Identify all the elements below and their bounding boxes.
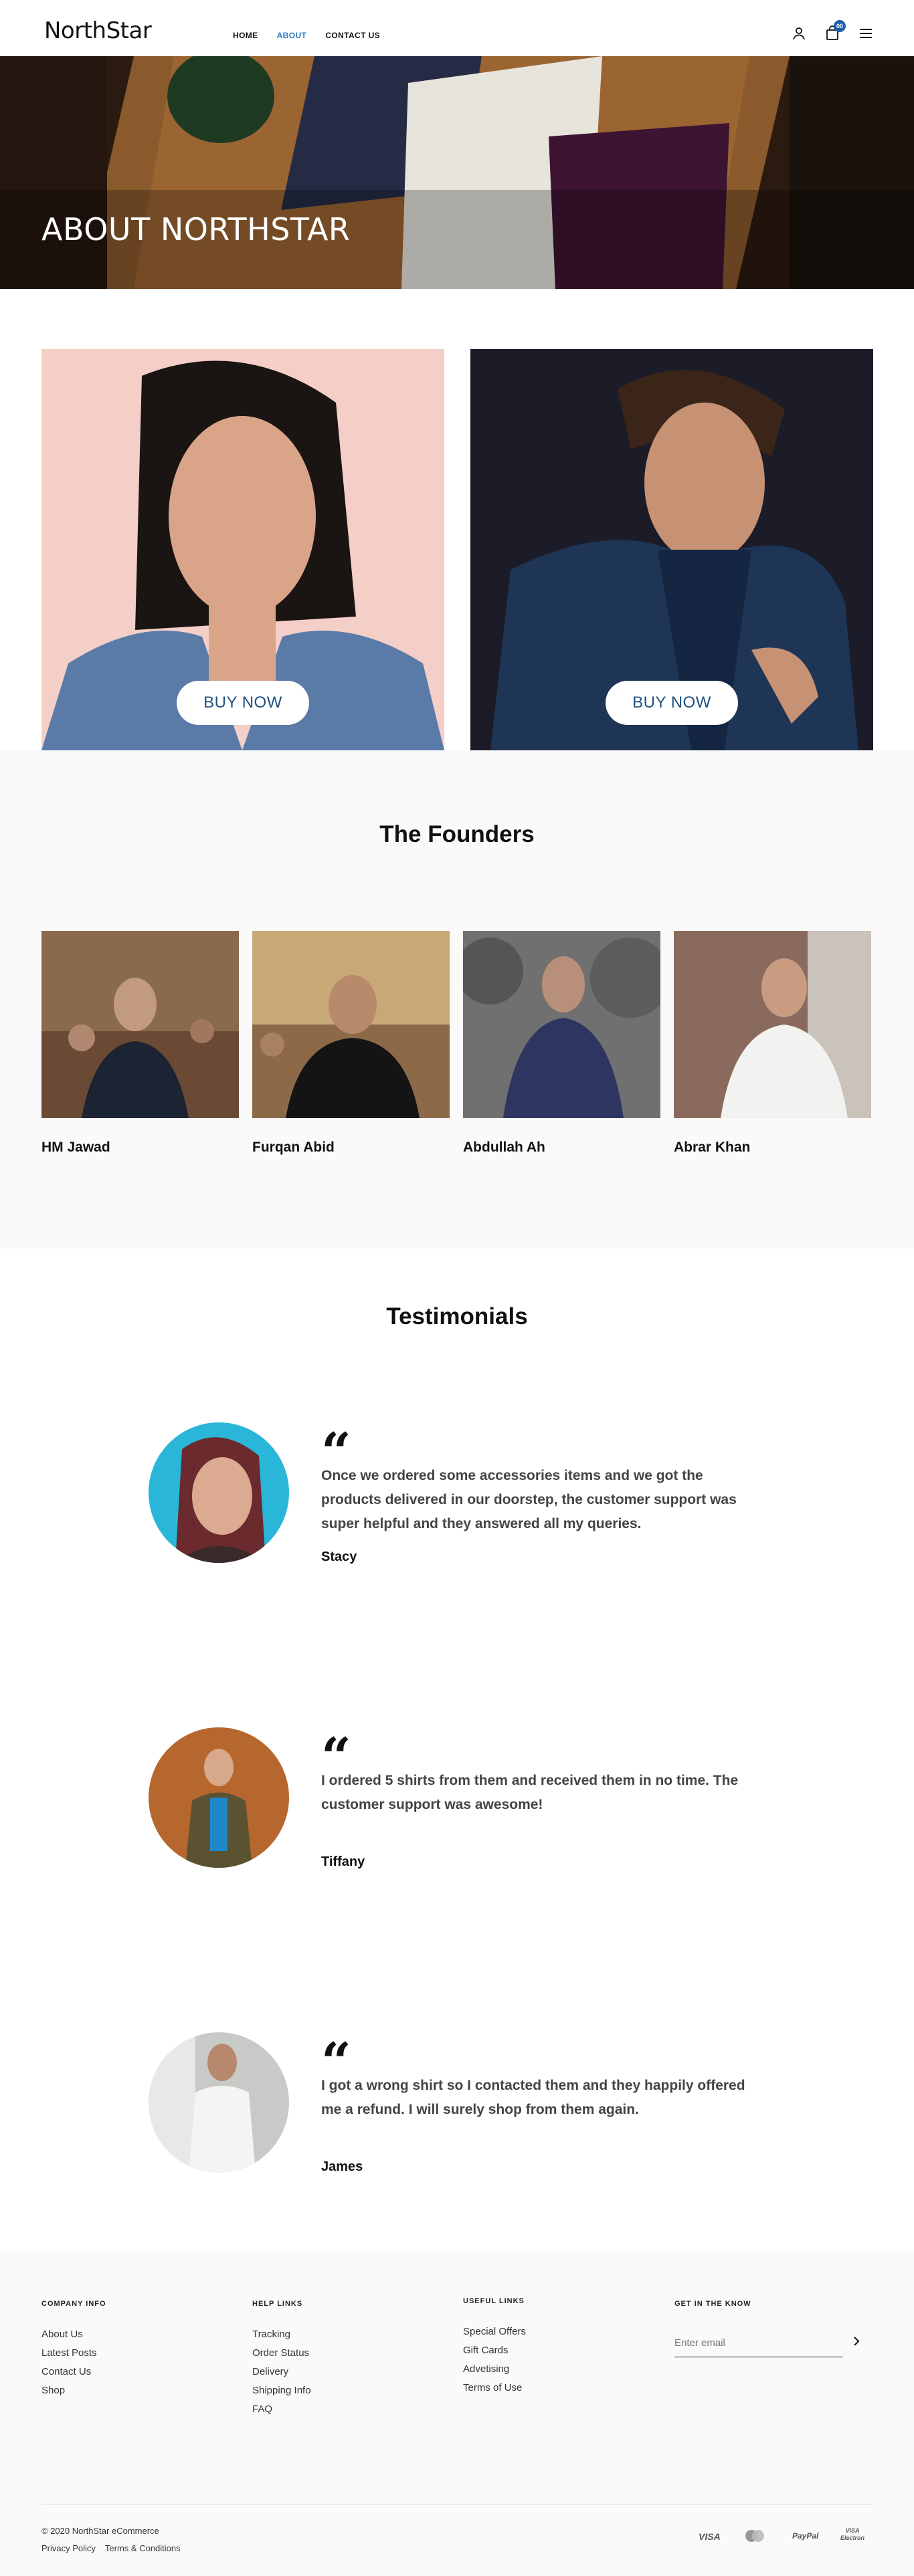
header-icons: 00 xyxy=(791,20,874,41)
footer-link-delivery[interactable]: Delivery xyxy=(252,2363,311,2381)
footer-link-gift-cards[interactable]: Gift Cards xyxy=(463,2341,526,2360)
visa-electron-label: VISA Electron xyxy=(840,2527,864,2541)
founder-photo xyxy=(252,931,450,1118)
footer-divider xyxy=(41,2504,873,2505)
founder-photo xyxy=(674,931,871,1118)
visa-electron-icon: VISA Electron xyxy=(839,2527,866,2542)
newsletter-field-wrap xyxy=(674,2331,843,2357)
promo-card-women: BUY NOW xyxy=(41,349,444,750)
footer-link-latest-posts[interactable]: Latest Posts xyxy=(41,2344,106,2363)
footer-help-links: HELP LINKS Tracking Order Status Deliver… xyxy=(252,2300,311,2419)
founder-name: HM Jawad xyxy=(41,1140,110,1155)
footer-link-terms-of-use[interactable]: Terms of Use xyxy=(463,2379,526,2397)
site-header: NorthStar HOME ABOUT CONTACT US 00 xyxy=(0,0,914,56)
testimonial-author: Stacy xyxy=(321,1549,357,1564)
testimonials-section: Testimonials “ Once we ordered some acce… xyxy=(0,1249,914,2252)
visa-label: VISA xyxy=(699,2531,721,2542)
buy-now-button-men[interactable]: BUY NOW xyxy=(606,681,738,725)
buy-now-button-women[interactable]: BUY NOW xyxy=(177,681,309,725)
nav-home[interactable]: HOME xyxy=(233,31,258,40)
hero-banner: ABOUT NORTHSTAR xyxy=(0,56,914,289)
mastercard-icon xyxy=(743,2529,767,2545)
footer-heading: HELP LINKS xyxy=(252,2300,303,2308)
founder-card: Abdullah Ah xyxy=(463,931,660,1156)
cart-count-badge: 00 xyxy=(834,20,846,32)
founder-name: Abrar Khan xyxy=(674,1140,751,1155)
site-footer: COMPANY INFO About Us Latest Posts Conta… xyxy=(0,2252,914,2576)
footer-link-order-status[interactable]: Order Status xyxy=(252,2344,311,2363)
footer-heading: USEFUL LINKS xyxy=(463,2297,525,2305)
paypal-icon: PayPal xyxy=(792,2531,818,2541)
privacy-policy-link[interactable]: Privacy Policy xyxy=(41,2543,96,2553)
testimonial-avatar xyxy=(149,1727,289,1868)
legal-links: Privacy Policy Terms & Conditions xyxy=(41,2543,181,2553)
footer-heading: COMPANY INFO xyxy=(41,2300,106,2308)
testimonial-author: James xyxy=(321,2159,363,2174)
footer-link-shop[interactable]: Shop xyxy=(41,2381,106,2400)
testimonials-heading: Testimonials xyxy=(386,1303,528,1329)
nav-contact[interactable]: CONTACT US xyxy=(325,31,380,40)
testimonial-text: I ordered 5 shirts from them and receive… xyxy=(321,1773,739,1812)
founder-photo xyxy=(41,931,239,1118)
footer-company-info: COMPANY INFO About Us Latest Posts Conta… xyxy=(41,2300,106,2400)
testimonial-avatar xyxy=(149,1422,289,1563)
founder-name: Furqan Abid xyxy=(252,1140,335,1155)
footer-newsletter: GET IN THE KNOW xyxy=(674,2300,751,2325)
main-nav: HOME ABOUT CONTACT US xyxy=(233,31,380,40)
testimonial-item: “ I got a wrong shirt so I contacted the… xyxy=(149,2032,764,2193)
testimonial-avatar xyxy=(149,2032,289,2173)
testimonial-text: I got a wrong shirt so I contacted them … xyxy=(321,2078,745,2117)
newsletter-email-input[interactable] xyxy=(674,2331,822,2355)
founder-card: Furqan Abid xyxy=(252,931,450,1156)
founder-card: Abrar Khan xyxy=(674,931,871,1156)
testimonial-author: Tiffany xyxy=(321,1854,365,1869)
promo-card-men: BUY NOW xyxy=(470,349,873,750)
copyright-text: © 2020 NorthStar eCommerce xyxy=(41,2526,159,2536)
footer-useful-links: USEFUL LINKS Special Offers Gift Cards A… xyxy=(463,2297,526,2397)
logo[interactable]: NorthStar xyxy=(44,17,152,44)
hero-shirts-image xyxy=(0,56,914,289)
menu-icon[interactable] xyxy=(858,25,874,41)
testimonial-item: “ I ordered 5 shirts from them and recei… xyxy=(149,1727,764,1888)
footer-link-shipping-info[interactable]: Shipping Info xyxy=(252,2381,311,2400)
nav-about[interactable]: ABOUT xyxy=(277,31,307,40)
visa-icon: VISA xyxy=(699,2531,721,2542)
testimonial-text: Once we ordered some accessories items a… xyxy=(321,1468,737,1531)
founder-name: Abdullah Ah xyxy=(463,1140,545,1155)
footer-heading: GET IN THE KNOW xyxy=(674,2300,751,2308)
footer-link-contact[interactable]: Contact Us xyxy=(41,2363,106,2381)
testimonial-item: “ Once we ordered some accessories items… xyxy=(149,1422,764,1583)
founders-heading: The Founders xyxy=(379,821,535,847)
footer-link-about[interactable]: About Us xyxy=(41,2325,106,2344)
footer-link-advertising[interactable]: Advetising xyxy=(463,2360,526,2379)
founder-photo xyxy=(463,931,660,1118)
paypal-label: PayPal xyxy=(792,2531,819,2541)
page-title: ABOUT NORTHSTAR xyxy=(41,211,351,247)
footer-link-special-offers[interactable]: Special Offers xyxy=(463,2323,526,2341)
founder-card: HM Jawad xyxy=(41,931,239,1156)
user-icon[interactable] xyxy=(791,25,807,41)
footer-link-tracking[interactable]: Tracking xyxy=(252,2325,311,2344)
terms-conditions-link[interactable]: Terms & Conditions xyxy=(105,2543,181,2553)
footer-link-faq[interactable]: FAQ xyxy=(252,2400,311,2419)
founders-section: The Founders HM Jawad Furqan Abid Abdull… xyxy=(0,750,914,1249)
newsletter-submit-arrow-icon[interactable] xyxy=(850,2335,863,2348)
cart-icon[interactable]: 00 xyxy=(824,20,846,41)
